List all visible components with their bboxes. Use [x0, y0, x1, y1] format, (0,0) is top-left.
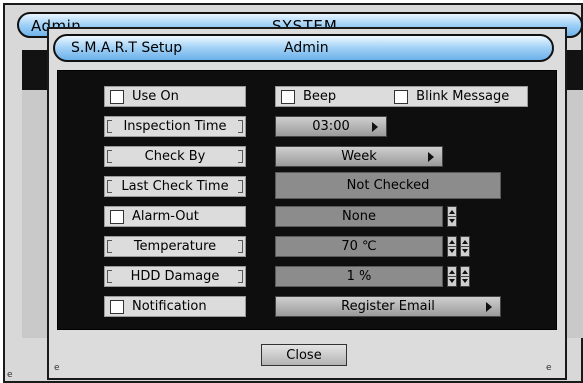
hdd-damage-value: 1 % — [346, 269, 372, 284]
check-by-label-box: Check By — [104, 146, 246, 167]
dialog-title-bar: S.M.A.R.T Setup Admin — [53, 34, 554, 62]
down-arrow-icon[interactable] — [449, 279, 455, 283]
last-check-time-value: Not Checked — [346, 178, 430, 193]
chevron-right-icon — [372, 122, 378, 132]
last-check-time-label: Last Check Time — [121, 179, 229, 194]
dialog-corner-mark-left: e — [54, 363, 60, 373]
inspection-time-label: Inspection Time — [123, 119, 227, 134]
dialog-title: S.M.A.R.T Setup — [71, 40, 183, 56]
hdd-damage-spinner-1[interactable] — [447, 266, 457, 287]
last-check-time-value-box: Not Checked — [275, 172, 501, 199]
notification-check-box[interactable] — [110, 299, 124, 314]
alarm-out-value-box: None — [275, 206, 443, 227]
hdd-damage-spinner-2[interactable] — [460, 266, 470, 287]
up-arrow-icon[interactable] — [449, 210, 455, 214]
temperature-label-box: Temperature — [104, 236, 246, 257]
alarm-out-check-box[interactable] — [110, 209, 124, 224]
use-on-check-box[interactable] — [110, 89, 124, 104]
register-email-button[interactable]: Register Email — [275, 296, 501, 317]
dialog-corner-mark-right: e — [546, 363, 552, 373]
settings-panel — [57, 70, 557, 330]
temperature-label: Temperature — [133, 239, 217, 254]
beep-blink-row: Beep Blink Message — [275, 86, 528, 107]
temperature-spinner-1[interactable] — [447, 236, 457, 257]
notification-label: Notification — [132, 299, 207, 314]
background-corner-mark: e — [7, 370, 13, 380]
hdd-damage-value-box: 1 % — [275, 266, 443, 287]
alarm-out-value: None — [342, 209, 376, 224]
temperature-value-box: 70 ℃ — [275, 236, 443, 257]
close-button-label: Close — [286, 347, 322, 363]
temperature-spinner-2[interactable] — [460, 236, 470, 257]
dialog-user: Admin — [284, 40, 329, 56]
beep-label: Beep — [303, 89, 337, 104]
up-arrow-icon[interactable] — [449, 270, 455, 274]
spinner-divider — [448, 216, 456, 217]
check-by-button[interactable]: Week — [275, 146, 443, 167]
hdd-damage-label: HDD Damage — [130, 269, 220, 284]
up-arrow-icon[interactable] — [449, 240, 455, 244]
down-arrow-icon[interactable] — [462, 249, 468, 253]
use-on-checkbox[interactable]: Use On — [104, 86, 246, 107]
inspection-time-button[interactable]: 03:00 — [275, 116, 387, 137]
down-arrow-icon[interactable] — [449, 219, 455, 223]
hdd-damage-label-box: HDD Damage — [104, 266, 246, 287]
temperature-value: 70 ℃ — [341, 239, 377, 254]
check-by-label: Check By — [144, 149, 206, 164]
alarm-out-label: Alarm-Out — [132, 209, 199, 224]
up-arrow-icon[interactable] — [462, 270, 468, 274]
spinner-divider — [461, 246, 469, 247]
down-arrow-icon[interactable] — [462, 279, 468, 283]
spinner-divider — [448, 246, 456, 247]
up-arrow-icon[interactable] — [462, 240, 468, 244]
spinner-divider — [461, 276, 469, 277]
check-by-value: Week — [341, 149, 377, 164]
register-email-label: Register Email — [341, 299, 435, 314]
chevron-right-icon — [486, 302, 492, 312]
inspection-time-label-box: Inspection Time — [104, 116, 246, 137]
alarm-out-checkbox[interactable]: Alarm-Out — [104, 206, 246, 227]
inspection-time-value: 03:00 — [312, 119, 350, 134]
spinner-divider — [448, 276, 456, 277]
beep-check-box[interactable] — [281, 89, 295, 104]
alarm-out-spinner[interactable] — [447, 206, 457, 227]
notification-checkbox[interactable]: Notification — [104, 296, 246, 317]
close-button[interactable]: Close — [261, 344, 347, 366]
last-check-time-label-box: Last Check Time — [104, 176, 246, 197]
blink-message-label: Blink Message — [416, 89, 510, 104]
blink-message-check-box[interactable] — [394, 89, 409, 104]
chevron-right-icon — [428, 152, 434, 162]
use-on-label: Use On — [132, 89, 179, 104]
down-arrow-icon[interactable] — [449, 249, 455, 253]
